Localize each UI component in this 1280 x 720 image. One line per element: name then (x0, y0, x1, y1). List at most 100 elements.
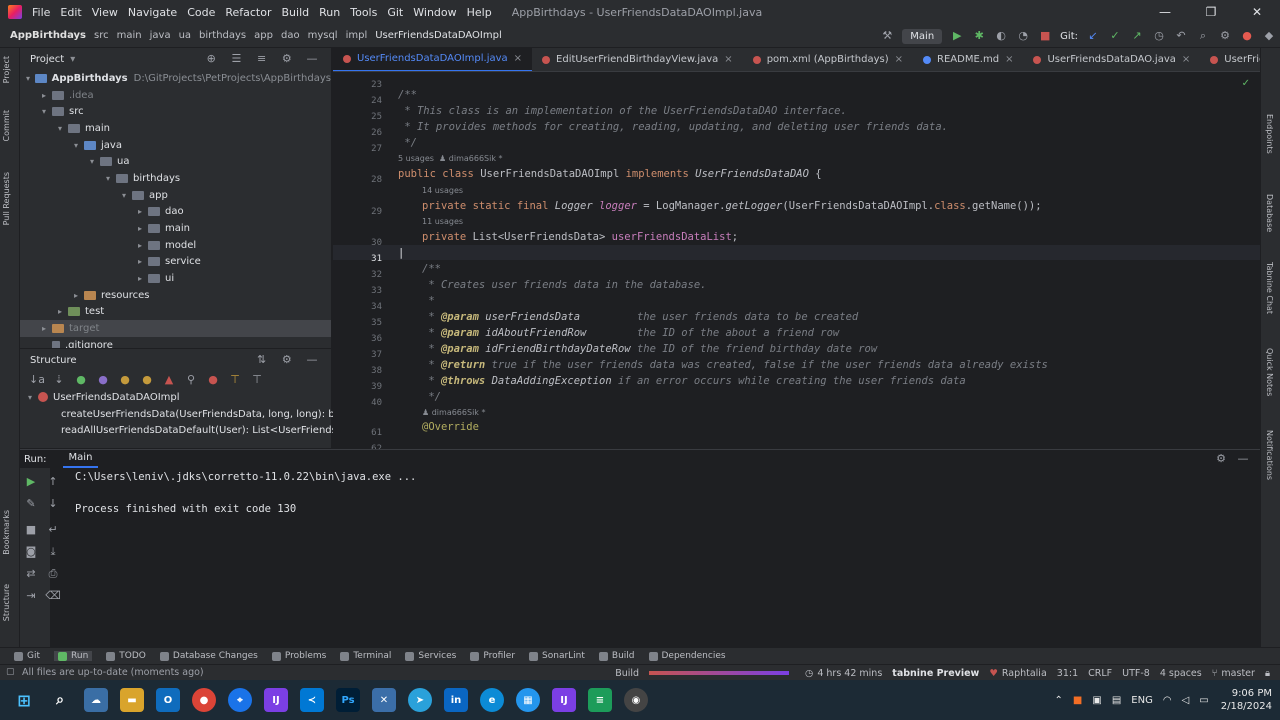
chevron-right-icon[interactable]: ▸ (42, 324, 52, 333)
caret-position[interactable]: 31:1 (1057, 668, 1078, 679)
usages-hint[interactable]: 14 usages (422, 186, 463, 195)
editor-tab[interactable]: README.md × (913, 48, 1023, 71)
chevron-right-icon[interactable]: ▸ (138, 274, 148, 283)
chevron-right-icon[interactable]: ▸ (138, 207, 148, 216)
menu-run[interactable]: Run (319, 6, 340, 19)
telegram-icon[interactable]: ➤ (408, 688, 432, 712)
collapse-all-icon[interactable]: ☰ (228, 51, 244, 67)
tree-item[interactable]: ▸ resources (20, 287, 331, 304)
usages-hint[interactable]: 5 usages ♟ dima666Sik * (398, 154, 503, 163)
rollback-icon[interactable]: ↶ (1173, 28, 1189, 44)
commit-tool-button[interactable]: Commit (2, 110, 11, 141)
show-lambdas-icon[interactable]: ● (205, 372, 221, 388)
breadcrumb-app[interactable]: app (254, 30, 273, 41)
breadcrumb-class[interactable]: UserFriendsDataDAOImpl (375, 30, 502, 41)
sort-visibility-icon[interactable]: ⇣ (51, 372, 67, 388)
menu-git[interactable]: Git (387, 6, 403, 19)
menu-navigate[interactable]: Navigate (128, 6, 177, 19)
photoshop-icon[interactable]: Ps (336, 688, 360, 712)
line-number[interactable]: 29 (371, 207, 382, 217)
camera-icon[interactable]: ◙ (23, 544, 39, 560)
chevron-down-icon[interactable]: ▾ (106, 174, 116, 183)
breadcrumb-src[interactable]: src (94, 30, 109, 41)
app-icon[interactable]: ✕ (372, 688, 396, 712)
menu-file[interactable]: File (32, 6, 50, 19)
git-push-icon[interactable]: ↗ (1129, 28, 1145, 44)
minimize-button[interactable]: — (1142, 0, 1188, 24)
chevron-right-icon[interactable]: ▸ (138, 257, 148, 266)
scroll-to-end-icon[interactable]: ⤓ (45, 544, 61, 560)
line-number[interactable]: 24 (371, 96, 382, 106)
tree-item[interactable]: ▸ test (20, 304, 331, 321)
run-icon[interactable]: ▶ (949, 28, 965, 44)
menu-help[interactable]: Help (467, 6, 492, 19)
breadcrumb-java[interactable]: java (150, 30, 171, 41)
search-icon[interactable]: ⌕ (48, 688, 72, 712)
breadcrumb-main[interactable]: main (117, 30, 142, 41)
code-line[interactable]: * @param idFriendBirthdayDateRow the ID … (422, 343, 877, 355)
tool-window-dependencies[interactable]: Dependencies (648, 651, 726, 661)
code-line[interactable]: private List<UserFriendsData> userFriend… (422, 231, 738, 243)
line-number[interactable]: 23 (371, 80, 382, 90)
chevron-right-icon[interactable]: ▸ (74, 291, 84, 300)
show-properties-icon[interactable]: ● (95, 372, 111, 388)
tool-window-sonarlint[interactable]: SonarLint (529, 651, 585, 661)
chevron-down-icon[interactable]: ▾ (42, 107, 52, 116)
wrench-icon[interactable]: ✎ (23, 496, 39, 512)
menu-code[interactable]: Code (187, 6, 215, 19)
chevron-down-icon[interactable]: ▾ (74, 141, 84, 150)
close-tab-icon[interactable]: × (1005, 54, 1013, 65)
file-encoding[interactable]: UTF-8 (1122, 668, 1150, 679)
trash-icon[interactable]: ⌫ (45, 588, 61, 604)
coverage-icon[interactable]: ◐ (993, 28, 1009, 44)
code-line[interactable]: private static final Logger logger = Log… (422, 200, 1042, 212)
code-line[interactable]: /** (422, 263, 441, 275)
line-number[interactable]: 33 (371, 286, 382, 296)
intellij-active-icon[interactable]: IJ (552, 688, 576, 712)
menu-edit[interactable]: Edit (60, 6, 81, 19)
tree-item[interactable]: ▾ app (20, 187, 331, 204)
filter-icon[interactable]: ⚲ (183, 372, 199, 388)
line-number[interactable]: 37 (371, 350, 382, 360)
show-anonymous-icon[interactable]: ● (139, 372, 155, 388)
code-line[interactable]: */ (398, 137, 417, 149)
tool-window-terminal[interactable]: Terminal (340, 651, 391, 661)
language-indicator[interactable]: ENG (1131, 695, 1153, 706)
hide-icon[interactable]: — (1235, 451, 1251, 467)
menu-build[interactable]: Build (282, 6, 310, 19)
usages-hint[interactable]: 11 usages (422, 217, 463, 226)
project-panel-title[interactable]: Project (30, 54, 64, 65)
sort-alpha-icon[interactable]: ↓a (29, 372, 45, 388)
code-line[interactable]: * @throws DataAddingException if an erro… (422, 375, 965, 387)
tree-item[interactable]: ▾ main (20, 120, 331, 137)
notepad-icon[interactable]: ≡ (588, 688, 612, 712)
close-tab-icon[interactable]: × (514, 53, 522, 64)
rerun-icon[interactable]: ▶ (23, 474, 39, 490)
tree-item[interactable]: ▾ java (20, 137, 331, 154)
editor-tab[interactable]: UserFriendsDataDAO.java × (1023, 48, 1200, 71)
chevron-right-icon[interactable]: ▸ (42, 91, 52, 100)
obs-icon[interactable]: ◉ (624, 688, 648, 712)
endpoints-tool-button[interactable]: Endpoints (1265, 114, 1274, 154)
notifications-tool-button[interactable]: Notifications (1265, 430, 1274, 480)
close-tab-icon[interactable]: × (1182, 54, 1190, 65)
editor-tab[interactable]: UserFriendsDataServi× (1200, 48, 1260, 71)
code-line[interactable]: @Override (422, 421, 479, 433)
show-inherited-icon[interactable]: ● (117, 372, 133, 388)
update-icon[interactable]: ● (1239, 28, 1255, 44)
tray-app-icon[interactable]: ▤ (1112, 695, 1121, 706)
bookmarks-tool-button[interactable]: Bookmarks (2, 510, 11, 555)
show-non-public-icon[interactable]: ▲ (161, 372, 177, 388)
down-arrow-icon[interactable]: ↓ (45, 496, 61, 512)
sort-icon[interactable]: ⇅ (254, 352, 270, 368)
code-line[interactable]: */ (422, 391, 441, 403)
search-icon[interactable]: ⌕ (1195, 28, 1211, 44)
chevron-right-icon[interactable]: ▸ (58, 307, 68, 316)
console-exit-line[interactable]: Process finished with exit code 130 (75, 503, 296, 515)
build-status[interactable]: Build (615, 668, 639, 679)
line-number[interactable]: 34 (371, 302, 382, 312)
editor-tab[interactable]: UserFriendsDataDAOImpl.java × (333, 48, 533, 71)
history-icon[interactable]: ◷ (1151, 28, 1167, 44)
tool-window-git[interactable]: Git (14, 651, 40, 661)
print-icon[interactable]: ⎙ (45, 566, 61, 582)
